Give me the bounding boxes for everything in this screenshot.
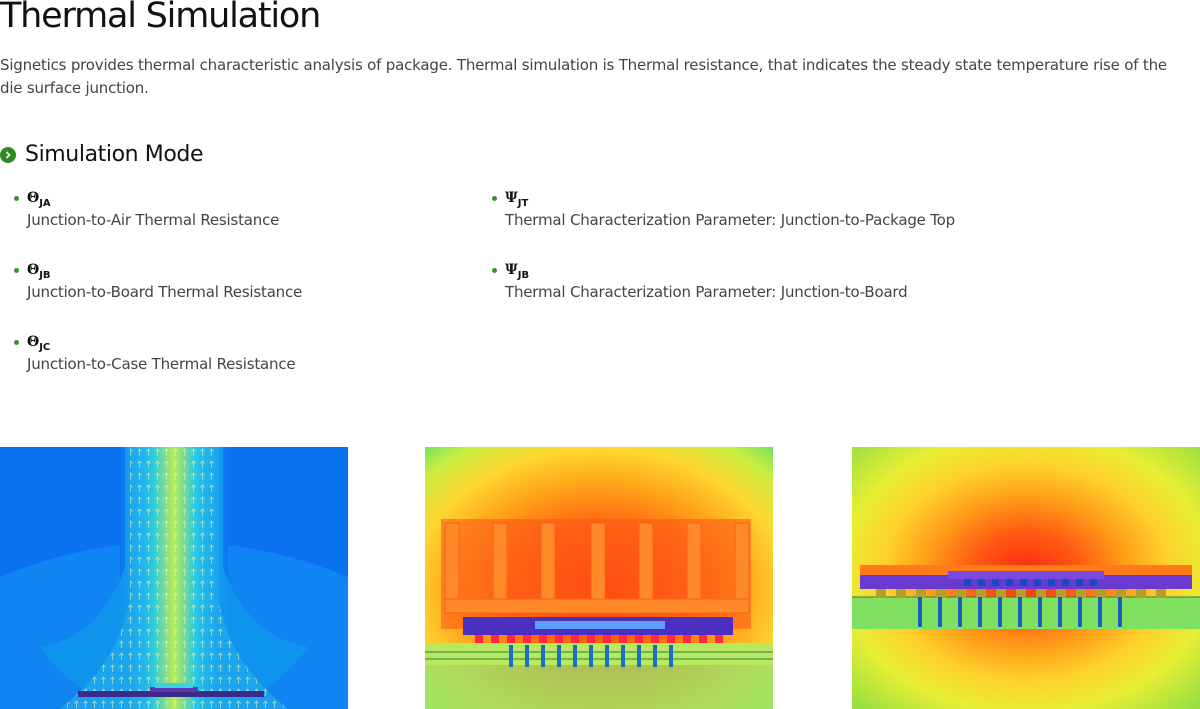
heatsink-simulation-image <box>425 447 773 709</box>
section-header: Simulation Mode <box>0 142 204 167</box>
mode-item-psi-jb: ΨJB Thermal Characterization Parameter: … <box>492 260 955 332</box>
chevron-right-icon <box>0 146 16 163</box>
mode-description: Junction-to-Case Thermal Resistance <box>27 355 296 373</box>
intro-text: Signetics provides thermal characteristi… <box>0 56 1167 97</box>
mode-list-left: ΘJA Junction-to-Air Thermal Resistance Θ… <box>14 188 302 404</box>
section-title: Simulation Mode <box>25 142 204 167</box>
mode-item-theta-ja: ΘJA Junction-to-Air Thermal Resistance <box>14 188 302 260</box>
mode-symbol: ΘJC <box>27 334 51 353</box>
mode-symbol: ΘJB <box>27 262 51 281</box>
mode-description: Thermal Characterization Parameter: Junc… <box>505 211 955 229</box>
mode-description: Thermal Characterization Parameter: Junc… <box>505 283 908 301</box>
mode-description: Junction-to-Board Thermal Resistance <box>27 283 303 301</box>
mode-description: Junction-to-Air Thermal Resistance <box>27 211 280 229</box>
page-title: Thermal Simulation <box>0 0 321 36</box>
mode-symbol: ΨJB <box>505 262 530 281</box>
bullet-dot <box>492 268 497 273</box>
mode-item-psi-jt: ΨJT Thermal Characterization Parameter: … <box>492 188 955 260</box>
board-simulation-image <box>852 447 1200 709</box>
mode-item-theta-jc: ΘJC Junction-to-Case Thermal Resistance <box>14 332 302 404</box>
mode-item-theta-jb: ΘJB Junction-to-Board Thermal Resistance <box>14 260 302 332</box>
bullet-dot <box>14 196 19 201</box>
mode-symbol: ΨJT <box>505 190 529 209</box>
bullet-dot <box>14 268 19 273</box>
mode-list-right: ΨJT Thermal Characterization Parameter: … <box>492 188 955 332</box>
bullet-dot <box>492 196 497 201</box>
airflow-simulation-image <box>0 447 348 709</box>
bullet-dot <box>14 340 19 345</box>
mode-symbol: ΘJA <box>27 190 51 209</box>
